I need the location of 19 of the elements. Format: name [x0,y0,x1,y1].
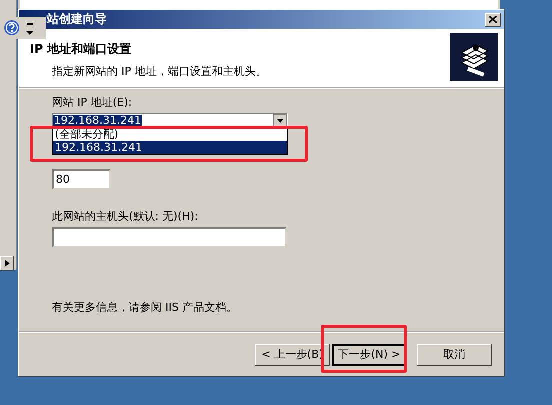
page-title: IP 地址和端口设置 [30,41,132,58]
ip-address-label: 网站 IP 地址(E): [52,95,134,110]
document-stack-icon [450,33,498,81]
info-text: 有关更多信息，请参阅 IIS 产品文档。 [52,300,238,315]
dropdown-option[interactable]: 192.168.31.241 [53,141,287,154]
window-title: 站创建向导 [47,11,107,28]
page-subtitle: 指定新网站的 IP 地址，端口设置和主机头。 [52,64,267,79]
close-button[interactable] [485,12,501,26]
help-icon[interactable] [4,20,20,36]
arrow-icon [4,260,10,267]
host-header-label: 此网站的主机头(默认: 无)(H): [52,209,200,224]
host-header-field[interactable] [52,227,287,248]
close-icon [489,16,497,23]
tcp-port-field[interactable]: 80 [52,169,111,190]
scroll-right-button[interactable] [0,256,14,271]
wizard-button[interactable]: 下一步(N) > [332,344,407,366]
caret-icon [276,119,284,123]
combobox-value: 192.168.31.241 [53,115,142,127]
wizard-button[interactable]: 取消 [417,344,492,366]
